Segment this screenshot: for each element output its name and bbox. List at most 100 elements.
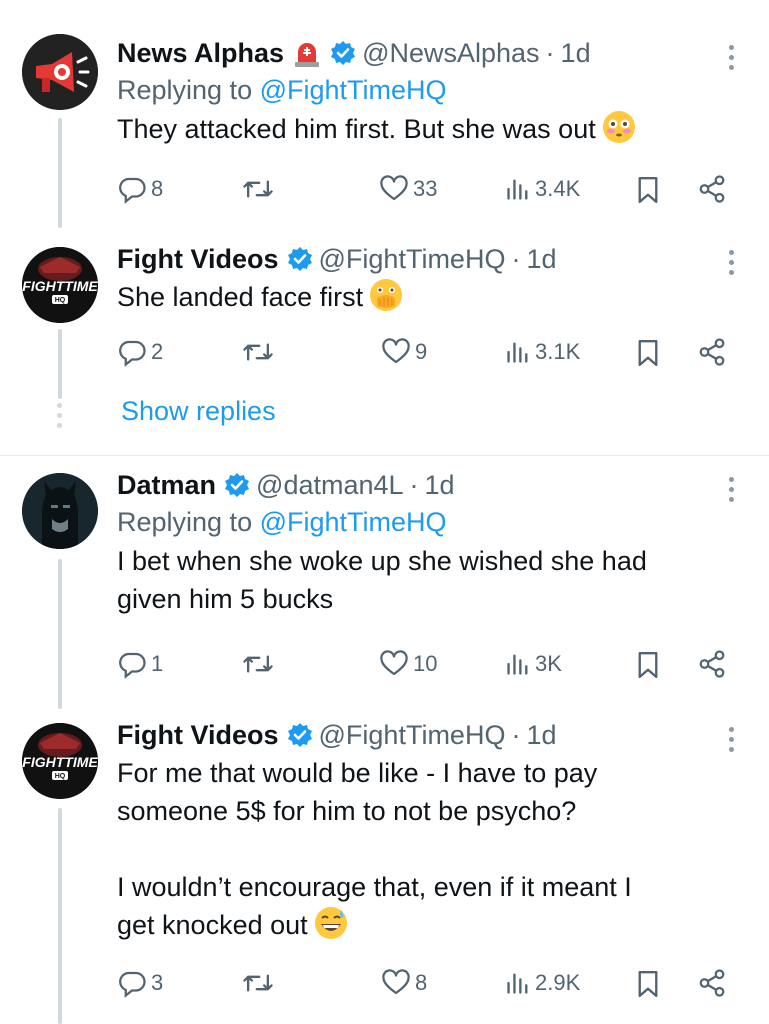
- tweet[interactable]: FIGHTTIME HQ Fight Videos @FightTimeHQ ·…: [0, 706, 769, 1024]
- reply-button[interactable]: 8: [117, 174, 163, 204]
- more-options-icon[interactable]: [721, 722, 741, 756]
- share-button[interactable]: [697, 174, 727, 204]
- author-handle[interactable]: @datman4L: [256, 468, 404, 502]
- avatar[interactable]: [22, 473, 98, 549]
- views-button[interactable]: 3.1K: [505, 337, 580, 367]
- tweet[interactable]: FIGHTTIME HQ Fight Videos @FightTimeHQ ·…: [0, 225, 769, 455]
- replying-to-link[interactable]: @FightTimeHQ: [260, 507, 447, 537]
- more-options-icon[interactable]: [721, 40, 741, 74]
- reply-button[interactable]: 3: [117, 968, 163, 998]
- thread-line: [58, 808, 62, 1024]
- heart-icon: [380, 650, 408, 676]
- rotating-light-icon: [292, 38, 322, 68]
- batman-avatar-icon: [22, 473, 98, 549]
- views-icon: [507, 654, 528, 675]
- retweet-button[interactable]: [242, 968, 278, 998]
- share-icon: [699, 338, 725, 366]
- tweet-actions: 8 33 3.4K: [117, 174, 737, 210]
- share-button[interactable]: [697, 968, 727, 998]
- separator-dot: ·: [511, 244, 521, 274]
- thread-line: [58, 559, 62, 709]
- show-replies-link[interactable]: Show replies: [121, 396, 276, 427]
- timestamp[interactable]: 1d: [425, 468, 455, 502]
- avatar[interactable]: [22, 34, 98, 110]
- share-button[interactable]: [697, 337, 727, 367]
- verified-badge-icon: [330, 40, 356, 66]
- author-handle[interactable]: @FightTimeHQ: [319, 718, 506, 752]
- author-name[interactable]: News Alphas: [117, 36, 284, 70]
- bookmark-button[interactable]: [635, 337, 661, 369]
- face-with-hand-over-mouth-emoji: [369, 278, 403, 312]
- bookmark-button[interactable]: [635, 968, 661, 1000]
- reply-button[interactable]: 2: [117, 337, 163, 367]
- tweet[interactable]: News Alphas @NewsAlphas · 1d Replying to…: [0, 0, 769, 228]
- reply-icon: [119, 971, 146, 998]
- author-name[interactable]: Fight Videos: [117, 718, 279, 752]
- flushed-face-emoji: [602, 110, 636, 144]
- timestamp[interactable]: 1d: [526, 242, 556, 276]
- bookmark-icon: [638, 176, 658, 203]
- retweet-icon: [243, 343, 273, 361]
- retweet-button[interactable]: [242, 337, 278, 367]
- avatar[interactable]: FIGHTTIME HQ: [22, 247, 98, 323]
- grinning-face-with-sweat-emoji: [314, 906, 348, 940]
- author-handle[interactable]: @NewsAlphas: [362, 36, 539, 70]
- share-icon: [699, 650, 725, 678]
- views-button[interactable]: 3.4K: [505, 174, 580, 204]
- retweet-icon: [243, 974, 273, 992]
- timestamp[interactable]: 1d: [526, 718, 556, 752]
- author-handle[interactable]: @FightTimeHQ: [319, 242, 506, 276]
- heart-icon: [382, 338, 410, 364]
- author-name[interactable]: Fight Videos: [117, 242, 279, 276]
- svg-text:FIGHTTIME: FIGHTTIME: [22, 278, 98, 294]
- reply-icon: [119, 340, 146, 367]
- verified-badge-icon: [287, 722, 313, 748]
- views-button[interactable]: 3K: [505, 649, 562, 679]
- svg-text:HQ: HQ: [55, 773, 66, 780]
- like-button[interactable]: 8: [381, 968, 427, 998]
- tweet-actions: 1 10 3K: [117, 649, 737, 685]
- replying-to: Replying to @FightTimeHQ: [117, 75, 447, 105]
- views-icon: [507, 179, 528, 200]
- bookmark-icon: [638, 652, 658, 678]
- more-options-icon[interactable]: [721, 245, 741, 279]
- like-button[interactable]: 9: [381, 337, 427, 367]
- verified-badge-icon: [224, 472, 250, 498]
- thread-line: [58, 329, 62, 399]
- fighttime-logo-icon: FIGHTTIME HQ: [22, 247, 98, 323]
- like-button[interactable]: 10: [379, 649, 437, 679]
- fighttime-logo-icon: FIGHTTIME HQ: [22, 723, 98, 799]
- separator-dot: ·: [409, 470, 419, 500]
- verified-badge-icon: [287, 246, 313, 272]
- views-button[interactable]: 2.9K: [505, 968, 580, 998]
- like-button[interactable]: 33: [379, 174, 437, 204]
- avatar[interactable]: FIGHTTIME HQ: [22, 723, 98, 799]
- separator-dot: ·: [511, 720, 521, 750]
- separator-dot: ·: [545, 38, 555, 68]
- share-icon: [699, 969, 725, 997]
- tweet-text: I bet when she woke up she wished she ha…: [117, 546, 647, 614]
- retweet-button[interactable]: [242, 174, 278, 204]
- share-icon: [699, 175, 725, 203]
- tweet-text: She landed face first: [117, 278, 699, 316]
- reply-icon: [119, 652, 146, 679]
- retweet-icon: [243, 655, 273, 673]
- views-icon: [507, 342, 528, 363]
- thread-continuation-dots: [57, 403, 62, 428]
- timestamp[interactable]: 1d: [561, 36, 591, 70]
- tweet-actions: 2 9 3.1K: [117, 337, 737, 373]
- tweet-text: They attacked him first. But she was out: [117, 110, 699, 148]
- share-button[interactable]: [697, 649, 727, 679]
- tweet-actions: 3 8 2.9K: [117, 968, 737, 1004]
- replying-to-link[interactable]: @FightTimeHQ: [260, 75, 447, 105]
- bookmark-button[interactable]: [635, 649, 661, 681]
- author-name[interactable]: Datman: [117, 468, 216, 502]
- retweet-button[interactable]: [242, 649, 278, 679]
- bookmark-icon: [638, 340, 658, 366]
- reply-icon: [119, 177, 146, 204]
- tweet[interactable]: Datman @datman4L · 1d Replying to @Fight…: [0, 456, 769, 709]
- bookmark-button[interactable]: [635, 174, 661, 206]
- svg-text:FIGHTTIME: FIGHTTIME: [22, 754, 98, 770]
- reply-button[interactable]: 1: [117, 649, 163, 679]
- more-options-icon[interactable]: [721, 472, 741, 506]
